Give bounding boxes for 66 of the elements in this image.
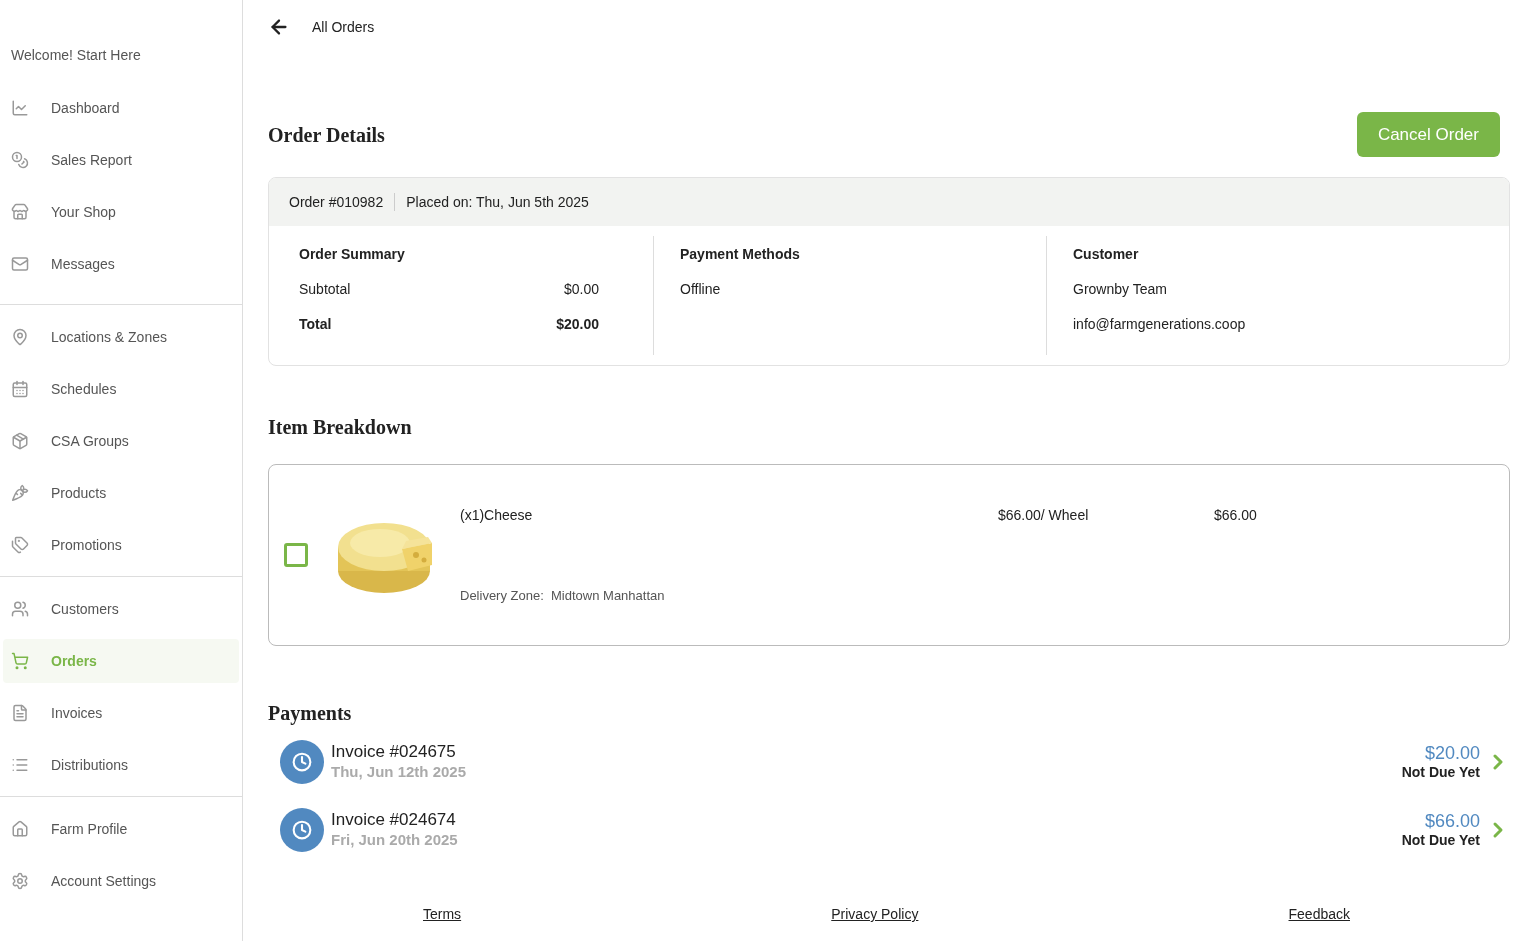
section-title: Payments: [268, 701, 353, 727]
calendar-icon: [11, 380, 29, 398]
invoice-date: Fri, Jun 20th 2025: [331, 830, 458, 850]
sidebar-item[interactable]: Invoices: [3, 691, 239, 735]
clock-icon: [280, 740, 324, 784]
order-number: Order #010982: [289, 192, 384, 212]
cart-icon: [11, 652, 29, 670]
item-total: $66.00: [1214, 506, 1257, 525]
customer-detail: Grownby Team: [1073, 280, 1168, 299]
summary-value: $0.00: [563, 280, 599, 299]
item-checkbox[interactable]: [284, 543, 308, 567]
invoice-date: Thu, Jun 12th 2025: [331, 762, 467, 782]
back-link[interactable]: All Orders: [312, 16, 375, 38]
welcome-link[interactable]: Welcome! Start Here: [0, 45, 242, 66]
tag-icon: [11, 536, 29, 554]
sidebar-item[interactable]: Sales Report: [3, 138, 239, 182]
sidebar-item[interactable]: Promotions: [3, 523, 239, 567]
sidebar-item[interactable]: Customers: [3, 587, 239, 631]
sidebar-item[interactable]: Account Settings: [3, 859, 239, 903]
list-icon: [11, 756, 29, 774]
invoice-status: Not Due Yet: [1401, 763, 1480, 781]
sidebar-item[interactable]: Farm Profile: [3, 807, 239, 851]
coins-icon: [11, 151, 29, 169]
invoice-status: Not Due Yet: [1401, 831, 1480, 849]
payment-heading: Payment Methods: [680, 245, 801, 264]
summary-value: $20.00: [556, 315, 599, 334]
summary-label: Subtotal: [299, 280, 351, 299]
footer-link[interactable]: Terms: [423, 904, 462, 925]
footer-link[interactable]: Privacy Policy: [831, 904, 919, 925]
sidebar-item[interactable]: Schedules: [3, 367, 239, 411]
invoice-amount: $20.00: [1424, 743, 1480, 763]
document-icon: [11, 704, 29, 722]
section-title: Item Breakdown: [268, 415, 413, 440]
sidebar-item[interactable]: Products: [3, 471, 239, 515]
footer-link[interactable]: Feedback: [1288, 904, 1350, 925]
summary-label: Total: [299, 315, 332, 334]
users-icon: [11, 600, 29, 618]
payment-row[interactable]: Invoice #024675 Thu, Jun 12th 2025 $20.00 Not Due Yet: [280, 740, 1510, 784]
store-icon: [11, 203, 29, 221]
clock-icon: [280, 808, 324, 852]
sidebar-item[interactable]: Locations & Zones: [3, 315, 239, 359]
sidebar-item[interactable]: Messages: [3, 242, 239, 286]
customer-detail: info@farmgenerations.coop: [1073, 315, 1247, 334]
item-name: (x1)Cheese: [460, 506, 534, 525]
sidebar-item[interactable]: Your Shop: [3, 190, 239, 234]
map-pin-icon: [11, 328, 29, 346]
invoice-number: Invoice #024675: [331, 742, 457, 762]
delivery-zone: Delivery Zone: Midtown Manhattan: [460, 586, 666, 605]
chart-icon: [11, 99, 29, 117]
sidebar-item[interactable]: Dashboard: [3, 86, 239, 130]
sidebar-item[interactable]: Distributions: [3, 743, 239, 787]
summary-heading: Order Summary: [299, 245, 406, 264]
mail-icon: [11, 255, 29, 273]
carrot-icon: [11, 484, 29, 502]
payment-row[interactable]: Invoice #024674 Fri, Jun 20th 2025 $66.00 Not Due Yet: [280, 808, 1510, 852]
box-icon: [11, 432, 29, 450]
order-date: Placed on: Thu, Jun 5th 2025: [406, 192, 589, 212]
invoice-amount: $66.00: [1424, 811, 1480, 831]
unit-price: $66.00/ Wheel: [998, 506, 1090, 525]
sidebar-item[interactable]: CSA Groups: [3, 419, 239, 463]
settings-icon: [11, 872, 29, 890]
house-icon: [11, 820, 29, 838]
customer-heading: Customer: [1073, 245, 1140, 264]
payment-method: Offline: [680, 280, 722, 299]
invoice-number: Invoice #024674: [331, 810, 457, 830]
page-title: Order Details: [268, 122, 385, 148]
